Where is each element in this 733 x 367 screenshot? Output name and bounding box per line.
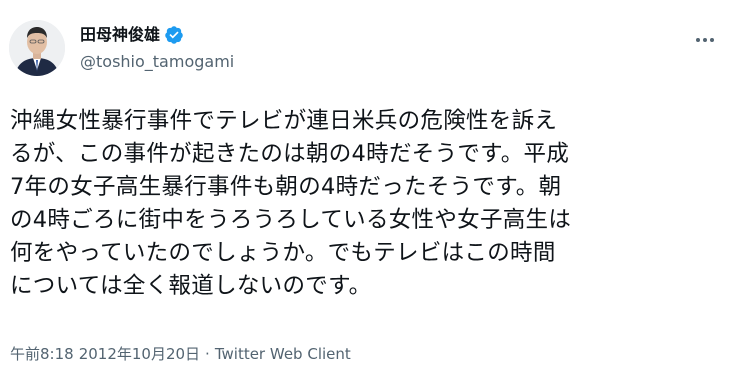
tweet-date[interactable]: 2012年10月20日 [79,344,200,364]
tweet-text-line: 何をやっていたのでしょうか。でもテレビはこの時間 [10,240,556,266]
more-options-button[interactable] [690,25,720,55]
author-display-name[interactable]: 田母神俊雄 [80,25,160,45]
tweet-text: 沖縄女性暴行事件でテレビが連日米兵の危険性を訴え るが、この事件が起きたのは朝の… [10,105,728,303]
tweet-text-line: 沖縄女性暴行事件でテレビが連日米兵の危険性を訴え [10,108,558,134]
tweet-text-line: 7年の女子高生暴行事件も朝の4時だったそうです。朝 [10,174,562,200]
meta-separator: · [205,345,210,363]
author-name-row[interactable]: 田母神俊雄 [80,25,184,45]
tweet-client-link[interactable]: Twitter Web Client [215,344,351,364]
avatar-portrait-icon [9,20,65,76]
avatar[interactable] [9,20,65,76]
tweet-text-line: るが、この事件が起きたのは朝の4時だそうです。平成 [10,141,570,167]
tweet-metadata: 午前8:18 2012年10月20日 · Twitter Web Client [10,344,351,364]
author-handle[interactable]: @toshio_tamogami [80,52,234,72]
tweet-text-line: の4時ごろに街中をうろうろしている女性や女子高生は [10,207,572,233]
tweet-time[interactable]: 午前8:18 [10,344,74,364]
tweet-card: 田母神俊雄 @toshio_tamogami 沖縄女性暴行事件でテレビが連日米兵… [0,0,733,367]
tweet-text-line: については全く報道しないのです。 [10,273,372,299]
verified-badge-icon [164,25,184,45]
more-options-icon [696,38,700,42]
